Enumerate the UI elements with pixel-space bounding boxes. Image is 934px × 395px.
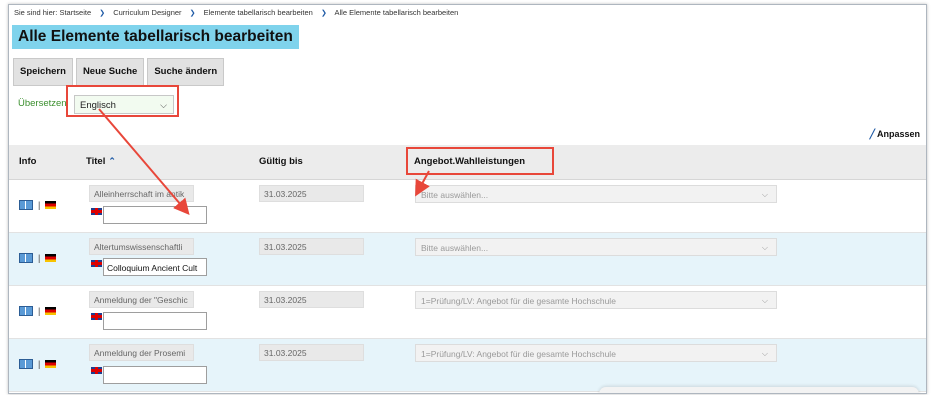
annotation-arrow-language [98,108,190,216]
annotation-arrows [98,108,430,216]
annotation-arrow-offer [415,170,430,197]
app-window: Sie sind hier: Startseite ❯ Curriculum D… [8,4,927,394]
